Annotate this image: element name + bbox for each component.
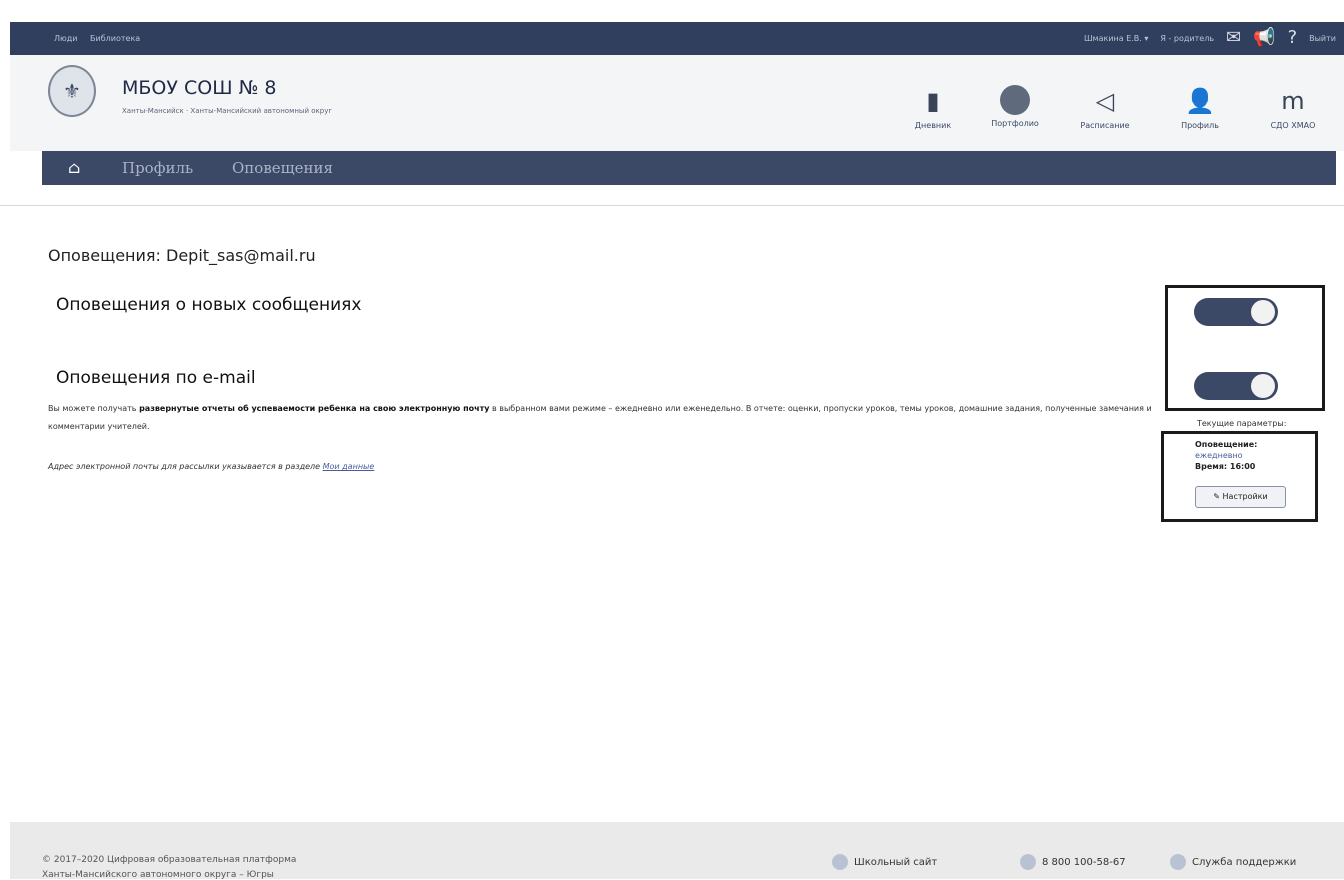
help-icon[interactable]: ?: [1288, 28, 1298, 48]
sdo-icon: m: [1281, 87, 1305, 115]
school-name: МБОУ СОШ № 8: [122, 77, 277, 99]
school-header: ⚜ МБОУ СОШ № 8 Ханты-Мансийск · Ханты-Ма…: [10, 55, 1344, 151]
school-site-label: Школьный сайт: [854, 856, 938, 868]
my-data-link[interactable]: Мои данные: [323, 462, 375, 471]
quick-link-label: Дневник: [914, 121, 952, 130]
phone-label: 8 800 100-58-67: [1042, 856, 1126, 868]
exit-link[interactable]: Выйти: [1309, 34, 1336, 43]
quick-link-sdo[interactable]: m СДО ХМАО: [1258, 85, 1328, 130]
quick-link-label: СДО ХМАО: [1270, 121, 1316, 130]
quick-link-portfolio[interactable]: Портфолио: [980, 85, 1050, 128]
section-messages-title: Оповещения о новых сообщениях: [56, 295, 362, 315]
quick-link-schedule[interactable]: ◁ Расписание: [1070, 85, 1140, 130]
globe-icon: [832, 854, 848, 870]
params-label: Текущие параметры:: [1197, 419, 1287, 428]
messages-toggle[interactable]: [1194, 298, 1278, 326]
announce-icon[interactable]: 📢: [1253, 28, 1275, 48]
section-email-title: Оповещения по e-mail: [56, 368, 256, 388]
pencil-icon: ✎: [1213, 492, 1220, 501]
school-logo[interactable]: ⚜: [48, 65, 96, 117]
address-note-text: Адрес электронной почты для рассылки ука…: [48, 462, 323, 471]
settings-label: Настройки: [1222, 492, 1268, 501]
params-box: Оповещение: ежедневно Время: 16:00 ✎ Нас…: [1161, 431, 1318, 522]
role-switcher[interactable]: Я - родитель: [1160, 34, 1214, 43]
top-link-people[interactable]: Люди: [54, 34, 77, 43]
quick-link-diary[interactable]: ▮ Дневник: [898, 85, 968, 130]
notify-value: ежедневно: [1195, 451, 1243, 460]
notify-time: Время: 16:00: [1195, 462, 1256, 471]
profile-icon: 👤: [1185, 87, 1215, 115]
email-description: Вы можете получать развернутые отчеты об…: [48, 400, 1153, 436]
copyright: © 2017–2020 Цифровая образовательная пла…: [42, 855, 297, 865]
top-link-library[interactable]: Библиотека: [90, 34, 140, 43]
crest-icon: ⚜: [63, 79, 81, 103]
page-title: Оповещения: Depit_sas@mail.ru: [48, 246, 316, 265]
user-menu[interactable]: Шмакина Е.В. ▾: [1084, 34, 1148, 43]
settings-button[interactable]: ✎ Настройки: [1195, 486, 1286, 508]
support-label: Служба поддержки: [1192, 856, 1297, 868]
school-location: Ханты-Мансийск · Ханты-Мансийский автоно…: [122, 107, 333, 115]
phone-icon: [1020, 854, 1036, 870]
user-name: Шмакина Е.В.: [1084, 33, 1142, 43]
chevron-down-icon: ▾: [1144, 33, 1149, 43]
desc-prefix: Вы можете получать: [48, 404, 140, 413]
email-toggle[interactable]: [1194, 372, 1278, 400]
toggle-knob: [1251, 374, 1275, 398]
portfolio-icon: [1000, 85, 1030, 115]
toggles-group: [1165, 285, 1325, 411]
top-right: Шмакина Е.В. ▾ Я - родитель ✉ 📢 ? Выйти: [1084, 28, 1336, 48]
quick-link-label: Профиль: [1181, 121, 1219, 130]
phone-link[interactable]: 8 800 100-58-67: [1020, 854, 1126, 870]
breadcrumb: ⌂ Профиль Оповещения: [42, 151, 1336, 185]
footer: © 2017–2020 Цифровая образовательная пла…: [10, 822, 1344, 880]
quick-link-profile[interactable]: 👤 Профиль: [1165, 85, 1235, 130]
support-icon: [1170, 854, 1186, 870]
home-icon[interactable]: ⌂: [68, 158, 80, 177]
mail-icon[interactable]: ✉: [1226, 28, 1241, 48]
schedule-icon: ◁: [1095, 87, 1115, 115]
support-link[interactable]: Служба поддержки: [1170, 854, 1296, 870]
breadcrumb-profile[interactable]: Профиль: [122, 159, 193, 177]
desc-bold: развернутые отчеты об успеваемости ребен…: [139, 404, 490, 413]
school-site-link[interactable]: Школьный сайт: [832, 854, 937, 870]
divider: [0, 205, 1344, 206]
top-bar: Люди Библиотека Шмакина Е.В. ▾ Я - родит…: [10, 22, 1344, 55]
top-links: Люди Библиотека: [54, 34, 150, 43]
quick-link-label: Портфолио: [991, 119, 1039, 128]
address-note: Адрес электронной почты для рассылки ука…: [48, 462, 374, 471]
diary-icon: ▮: [926, 87, 940, 115]
breadcrumb-notifications[interactable]: Оповещения: [232, 159, 333, 177]
notify-label: Оповещение:: [1195, 440, 1258, 449]
quick-link-label: Расписание: [1080, 121, 1130, 130]
toggle-knob: [1251, 300, 1275, 324]
